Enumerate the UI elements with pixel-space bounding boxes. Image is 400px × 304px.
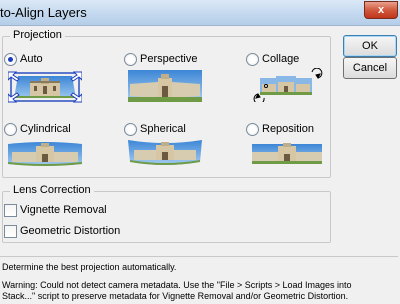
cylindrical-preview-image <box>8 142 82 166</box>
perspective-preview-image <box>128 70 202 102</box>
radio-button[interactable] <box>124 52 137 66</box>
ok-button[interactable]: OK <box>343 35 397 57</box>
checkbox-label: Vignette Removal <box>20 204 107 216</box>
description-panel: Determine the best projection automatica… <box>0 256 398 304</box>
close-button[interactable]: x <box>364 1 398 19</box>
lens-correction-legend: Lens Correction <box>10 184 94 196</box>
window-title: to-Align Layers <box>0 5 87 20</box>
projection-option-perspective[interactable]: Perspective <box>124 52 197 68</box>
projection-option-collage[interactable]: Collage <box>246 52 299 68</box>
collage-preview-image <box>253 68 323 102</box>
radio-button[interactable] <box>246 122 259 136</box>
radio-button[interactable] <box>4 52 17 66</box>
option-label: Collage <box>262 53 300 65</box>
radio-button[interactable] <box>246 52 259 66</box>
projection-option-reposition[interactable]: Reposition <box>246 122 314 138</box>
vignette-removal-checkbox[interactable]: Vignette Removal <box>4 203 107 219</box>
checkbox[interactable] <box>4 224 17 238</box>
projection-option-auto[interactable]: Auto <box>4 52 43 68</box>
projection-option-cylindrical[interactable]: Cylindrical <box>4 122 71 138</box>
auto-preview-image <box>8 71 82 103</box>
radio-button[interactable] <box>4 122 17 136</box>
option-label: Auto <box>20 53 43 65</box>
projection-legend: Projection <box>10 29 65 41</box>
warning-text-line-1: Warning: Could not detect camera metadat… <box>2 280 352 290</box>
close-icon: x <box>377 4 385 16</box>
checkbox[interactable] <box>4 203 17 217</box>
option-label: Cylindrical <box>20 123 71 135</box>
title-bar: to-Align Layers x <box>0 0 400 26</box>
radio-button[interactable] <box>124 122 137 136</box>
spherical-preview-image <box>128 140 202 165</box>
checkbox-label: Geometric Distortion <box>20 225 121 237</box>
warning-text-line-2: Stack..." script to preserve metadata fo… <box>2 291 349 301</box>
option-label: Spherical <box>140 123 186 135</box>
option-label: Perspective <box>140 53 198 65</box>
description-text: Determine the best projection automatica… <box>2 262 177 272</box>
rotate-icon <box>311 68 323 79</box>
option-label: Reposition <box>262 123 314 135</box>
geometric-distortion-checkbox[interactable]: Geometric Distortion <box>4 224 120 240</box>
projection-option-spherical[interactable]: Spherical <box>124 122 186 138</box>
reposition-preview-image <box>252 143 322 164</box>
cancel-button[interactable]: Cancel <box>343 57 397 79</box>
